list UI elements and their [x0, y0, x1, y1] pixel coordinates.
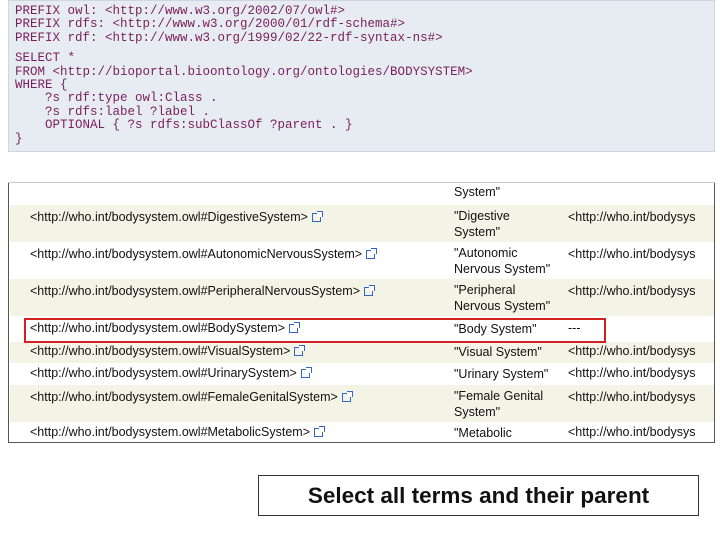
external-link-icon[interactable]: [311, 211, 323, 222]
table-row: <http://who.int/bodysystem.owl#FemaleGen…: [10, 385, 714, 422]
query-line-where: WHERE {: [15, 77, 68, 92]
external-link-icon[interactable]: [314, 426, 325, 437]
table-row: <http://who.int/bodysystem.owl#VisualSys…: [10, 342, 714, 363]
external-link-icon[interactable]: [294, 345, 306, 356]
external-link-icon[interactable]: [341, 391, 353, 402]
subject-cell[interactable]: <http://who.int/bodysystem.owl#Autonomic…: [30, 247, 378, 261]
parent-cell[interactable]: <http://who.int/bodysys: [568, 425, 696, 439]
external-link-icon[interactable]: [366, 248, 378, 259]
subject-link[interactable]: <http://who.int/bodysystem.owl#Autonomic…: [30, 247, 362, 261]
subject-link[interactable]: <http://who.int/bodysystem.owl#VisualSys…: [30, 344, 290, 358]
external-link-icon[interactable]: [300, 367, 312, 378]
subject-cell[interactable]: <http://who.int/bodysystem.owl#Periphera…: [30, 284, 376, 298]
sparql-query-box[interactable]: PREFIX owl: <http://www.w3.org/2002/07/o…: [8, 0, 715, 152]
label-cell: System": [454, 185, 501, 199]
label-cell: "Female Genital System": [454, 388, 564, 420]
external-link-icon[interactable]: [364, 285, 376, 296]
parent-cell[interactable]: <http://who.int/bodysys: [568, 247, 696, 261]
subject-cell[interactable]: <http://who.int/bodysystem.owl#Digestive…: [30, 210, 323, 224]
query-line-select: SELECT *: [15, 51, 76, 66]
results-table[interactable]: System" <http://who.int/bodysystem.owl#D…: [8, 183, 715, 443]
query-line-prefix-owl: PREFIX owl: <http://www.w3.org/2002/07/o…: [15, 4, 346, 18]
table-row: <http://who.int/bodysystem.owl#Metabolic…: [10, 422, 714, 442]
label-cell: "Urinary System": [454, 367, 549, 381]
subject-link[interactable]: <http://who.int/bodysystem.owl#Periphera…: [30, 284, 360, 298]
subject-link[interactable]: <http://who.int/bodysystem.owl#FemaleGen…: [30, 390, 338, 404]
table-row: <http://who.int/bodysystem.owl#UrinarySy…: [10, 363, 714, 385]
parent-cell[interactable]: <http://who.int/bodysys: [568, 210, 696, 224]
label-cell: "Peripheral Nervous System": [454, 282, 564, 314]
label-line-1: "Digestive: [454, 209, 510, 223]
table-row-partial: System": [10, 183, 714, 205]
query-line-prefix-rdfs: PREFIX rdfs: <http://www.w3.org/2000/01/…: [15, 17, 406, 32]
query-line-label: ?s rdfs:label ?label .: [15, 104, 211, 119]
label-line-1: "Female Genital: [454, 389, 544, 403]
label-line-1: "Peripheral: [454, 283, 516, 297]
subject-cell[interactable]: <http://who.int/bodysystem.owl#VisualSys…: [30, 344, 306, 358]
query-line-from: FROM <http://bioportal.bioontology.org/o…: [15, 64, 473, 79]
subject-link[interactable]: <http://who.int/bodysystem.owl#Metabolic…: [30, 425, 310, 439]
subject-cell[interactable]: <http://who.int/bodysystem.owl#FemaleGen…: [30, 390, 353, 404]
subject-link[interactable]: <http://who.int/bodysystem.owl#UrinarySy…: [30, 366, 297, 380]
root-term-highlight-box: [24, 318, 606, 343]
query-line-close: }: [15, 131, 23, 146]
label-line-2: Nervous System": [454, 262, 551, 276]
label-cell: "Metabolic: [454, 426, 512, 440]
label-line-2: Nervous System": [454, 299, 551, 313]
parent-cell[interactable]: <http://who.int/bodysys: [568, 284, 696, 298]
parent-cell[interactable]: <http://who.int/bodysys: [568, 366, 696, 380]
table-row: <http://who.int/bodysystem.owl#Periphera…: [10, 279, 714, 316]
query-line-prefix-rdf: PREFIX rdf: <http://www.w3.org/1999/02/2…: [15, 30, 443, 45]
query-line-type: ?s rdf:type owl:Class .: [15, 91, 218, 106]
query-blank-line: [15, 45, 714, 52]
table-row: <http://who.int/bodysystem.owl#Digestive…: [10, 205, 714, 242]
parent-cell[interactable]: <http://who.int/bodysys: [568, 344, 696, 358]
parent-cell[interactable]: <http://who.int/bodysys: [568, 390, 696, 404]
label-cell: "Autonomic Nervous System": [454, 245, 564, 277]
label-line-2: System": [454, 225, 501, 239]
label-line-2: System": [454, 405, 501, 419]
label-line-1: "Autonomic: [454, 246, 518, 260]
table-row: <http://who.int/bodysystem.owl#Autonomic…: [10, 242, 714, 279]
subject-link[interactable]: <http://who.int/bodysystem.owl#Digestive…: [30, 210, 308, 224]
slide-caption: Select all terms and their parent: [258, 475, 699, 516]
query-line-optional: OPTIONAL { ?s rdfs:subClassOf ?parent . …: [15, 118, 353, 133]
subject-cell[interactable]: <http://who.int/bodysystem.owl#UrinarySy…: [30, 366, 312, 380]
label-cell: "Digestive System": [454, 208, 564, 240]
label-cell: "Visual System": [454, 345, 542, 359]
subject-cell[interactable]: <http://who.int/bodysystem.owl#Metabolic…: [30, 425, 325, 439]
